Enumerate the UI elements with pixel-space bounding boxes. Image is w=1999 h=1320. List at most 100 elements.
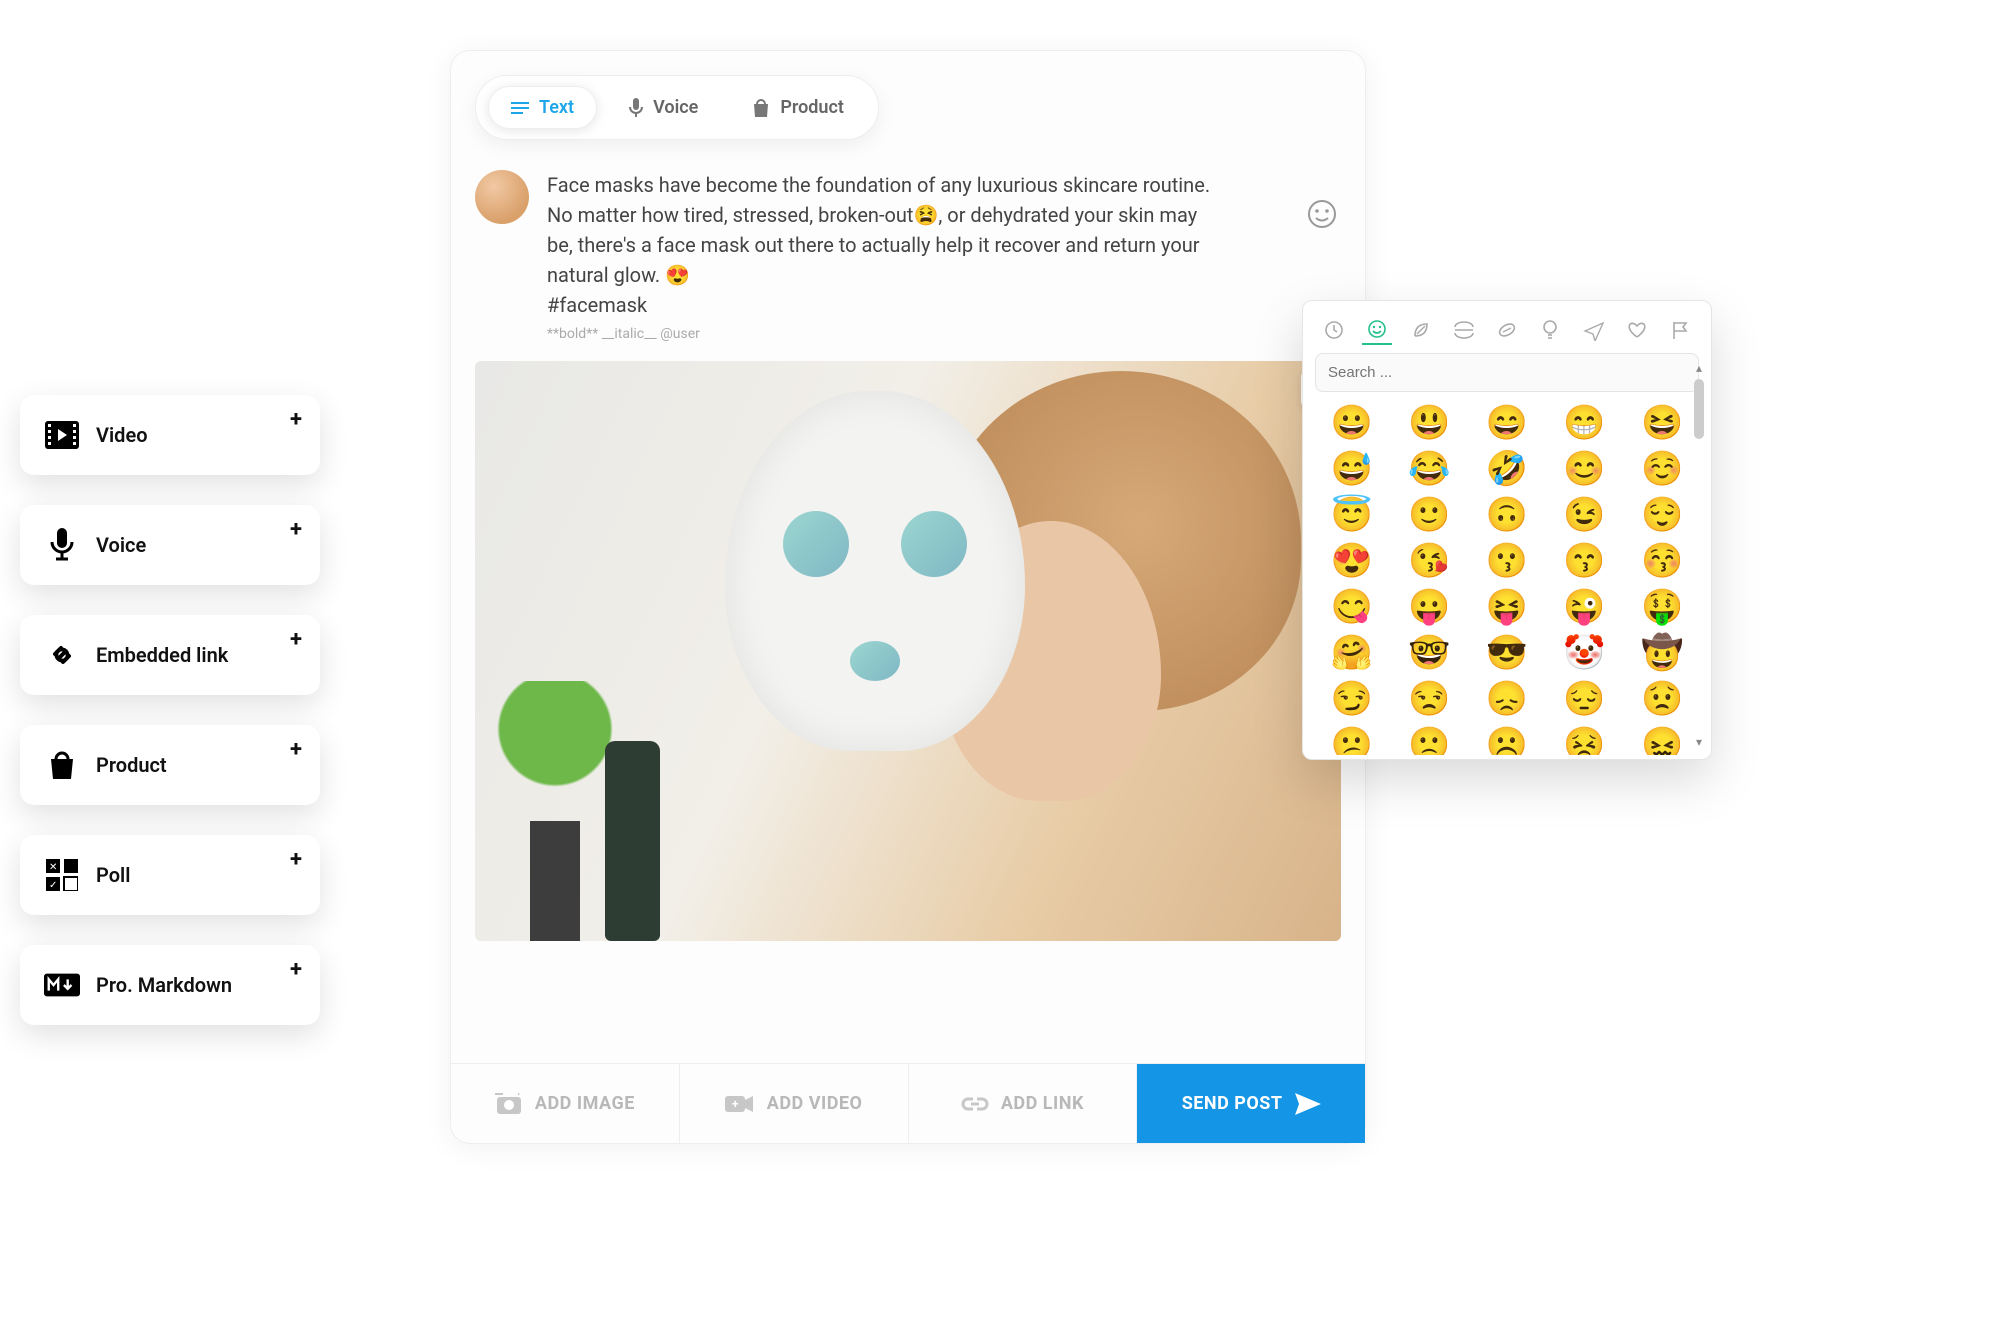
emoji-item[interactable]: 🤡 — [1550, 636, 1620, 670]
sidebar-item-product[interactable]: Product + — [20, 725, 320, 805]
composer-bottom-bar: + ADD IMAGE + ADD VIDEO ADD LINK SEND PO… — [451, 1063, 1365, 1143]
emoji-item[interactable]: 🙃 — [1472, 498, 1542, 532]
emoji-item[interactable]: 🤓 — [1395, 636, 1465, 670]
emoji-item[interactable]: 😃 — [1395, 406, 1465, 440]
emoji-item[interactable]: 🤠 — [1627, 636, 1697, 670]
burger-icon[interactable] — [1449, 315, 1479, 345]
send-post-button[interactable]: SEND POST — [1137, 1064, 1365, 1143]
bulb-icon[interactable] — [1535, 315, 1565, 345]
emoji-item[interactable]: 😝 — [1472, 590, 1542, 624]
emoji-item[interactable]: 🤣 — [1472, 452, 1542, 486]
svg-text:+: + — [516, 1093, 522, 1099]
mic-icon — [44, 527, 80, 563]
emoji-item[interactable]: 🙁 — [1395, 728, 1465, 755]
emoji-item[interactable]: 😚 — [1627, 544, 1697, 578]
emoji-grid: 😀😃😄😁😆 😅😂🤣😊☺️ 😇🙂🙃😉😌 😍😘😗😙😚 😋😛😝😜🤑 🤗🤓😎🤡🤠 😏😒😞😔😟 😕 🙁 ☹️… — [1315, 402, 1699, 755]
emoji-item[interactable]: 😌 — [1627, 498, 1697, 532]
inline-emoji: 😍 — [665, 263, 690, 287]
emoji-item[interactable]: 😀 — [1317, 406, 1387, 440]
emoji-item[interactable]: 😜 — [1550, 590, 1620, 624]
add-link-button[interactable]: ADD LINK — [909, 1064, 1138, 1143]
emoji-item[interactable]: 😔 — [1550, 682, 1620, 716]
mic-icon — [629, 98, 643, 118]
sidebar-item-label: Video — [96, 423, 148, 447]
emoji-item[interactable]: 😒 — [1395, 682, 1465, 716]
sidebar-item-voice[interactable]: Voice + — [20, 505, 320, 585]
text-lines-icon — [511, 101, 529, 115]
hashtag: #facemask — [547, 293, 647, 317]
sidebar-item-label: Poll — [96, 863, 130, 887]
camera-icon: + — [495, 1093, 523, 1115]
emoji-item[interactable]: 😛 — [1395, 590, 1465, 624]
emoji-item[interactable]: 😉 — [1550, 498, 1620, 532]
sidebar-item-label: Product — [96, 753, 167, 777]
emoji-item[interactable]: 😞 — [1472, 682, 1542, 716]
emoji-item[interactable]: 😗 — [1472, 544, 1542, 578]
post-textarea[interactable]: Face masks have become the foundation of… — [547, 170, 1341, 345]
emoji-item[interactable]: 😖 — [1627, 728, 1697, 755]
avatar — [475, 170, 529, 224]
attached-image — [475, 361, 1341, 941]
tab-product[interactable]: Product — [730, 86, 866, 129]
emoji-item[interactable]: ☺️ — [1627, 452, 1697, 486]
emoji-item[interactable]: 😁 — [1550, 406, 1620, 440]
emoji-item[interactable]: 😣 — [1550, 728, 1620, 755]
emoji-item[interactable]: ☹️ — [1472, 728, 1542, 755]
smile-icon[interactable] — [1362, 315, 1392, 345]
plus-icon: + — [290, 517, 302, 542]
emoji-item[interactable]: 😄 — [1472, 406, 1542, 440]
emoji-item[interactable]: 🙂 — [1395, 498, 1465, 532]
bag-icon — [44, 747, 80, 783]
composer-panel: Text Voice Product Face masks have becom… — [450, 50, 1366, 1144]
tab-text[interactable]: Text — [488, 86, 597, 129]
svg-text:✓: ✓ — [49, 880, 57, 891]
send-icon — [1295, 1093, 1321, 1115]
emoji-item[interactable]: 😎 — [1472, 636, 1542, 670]
clock-icon[interactable] — [1319, 315, 1349, 345]
emoji-item[interactable]: 😘 — [1395, 544, 1465, 578]
emoji-category-tabs — [1315, 311, 1699, 353]
video-icon — [44, 417, 80, 453]
emoji-item[interactable]: 😇 — [1317, 498, 1387, 532]
add-image-button[interactable]: + ADD IMAGE — [451, 1064, 680, 1143]
leaf-icon[interactable] — [1406, 315, 1436, 345]
inline-emoji: 😫 — [913, 203, 938, 227]
sidebar-item-markdown[interactable]: Pro. Markdown + — [20, 945, 320, 1025]
plus-icon: + — [290, 627, 302, 652]
emoji-item[interactable]: 😟 — [1627, 682, 1697, 716]
emoji-item[interactable]: 🤑 — [1627, 590, 1697, 624]
emoji-search-input[interactable] — [1315, 353, 1699, 392]
scrollbar[interactable]: ▴▾ — [1693, 361, 1705, 749]
emoji-picker: 😀😃😄😁😆 😅😂🤣😊☺️ 😇🙂🙃😉😌 😍😘😗😙😚 😋😛😝😜🤑 🤗🤓😎🤡🤠 😏😒😞😔😟 😕 🙁 ☹️… — [1302, 300, 1712, 760]
add-video-button[interactable]: + ADD VIDEO — [680, 1064, 909, 1143]
emoji-item[interactable]: 😏 — [1317, 682, 1387, 716]
emoji-item[interactable]: 😕 — [1317, 728, 1387, 755]
tab-label: Product — [780, 97, 844, 118]
emoji-item[interactable]: 😙 — [1550, 544, 1620, 578]
plane-icon[interactable] — [1579, 315, 1609, 345]
plus-icon: + — [290, 957, 302, 982]
emoji-item[interactable]: 😆 — [1627, 406, 1697, 440]
composer-tabs: Text Voice Product — [475, 75, 879, 140]
heart-icon[interactable] — [1622, 315, 1652, 345]
sidebar-item-video[interactable]: Video + — [20, 395, 320, 475]
football-icon[interactable] — [1492, 315, 1522, 345]
markdown-icon — [44, 967, 80, 1003]
sidebar-item-label: Voice — [96, 533, 146, 557]
tab-label: Text — [539, 97, 574, 118]
emoji-item[interactable]: 😂 — [1395, 452, 1465, 486]
sidebar: Video + Voice + Embedded link + Product … — [20, 395, 320, 1025]
sidebar-item-poll[interactable]: ✕✓ Poll + — [20, 835, 320, 915]
emoji-item[interactable]: 😅 — [1317, 452, 1387, 486]
emoji-item[interactable]: 😍 — [1317, 544, 1387, 578]
emoji-item[interactable]: 😊 — [1550, 452, 1620, 486]
sidebar-item-embedded-link[interactable]: Embedded link + — [20, 615, 320, 695]
tab-voice[interactable]: Voice — [607, 86, 720, 129]
emoji-item[interactable]: 😋 — [1317, 590, 1387, 624]
smile-icon[interactable] — [1307, 199, 1337, 229]
emoji-item[interactable]: 🤗 — [1317, 636, 1387, 670]
sidebar-item-label: Embedded link — [96, 643, 228, 667]
link-icon — [44, 637, 80, 673]
tab-label: Voice — [653, 97, 698, 118]
flag-icon[interactable] — [1665, 315, 1695, 345]
